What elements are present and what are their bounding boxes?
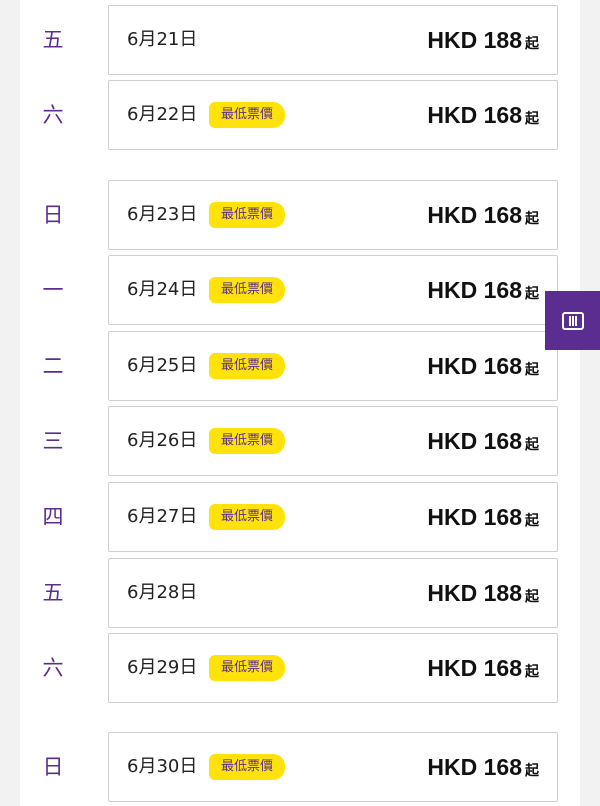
date-label: 6月30日 — [127, 756, 198, 777]
price-from-suffix: 起 — [525, 664, 539, 680]
weekday-label: 五 — [42, 581, 64, 605]
date-label: 6月21日 — [127, 29, 198, 50]
fare-price: HKD 168 起 — [427, 733, 539, 805]
weekday-label: 一 — [42, 278, 64, 302]
weekday-label: 日 — [42, 203, 64, 227]
fare-day-row: 五 6月21日 HKD 188 起 — [20, 5, 580, 75]
fare-day-row: 日 6月23日 最低票價 HKD 168 起 — [20, 180, 580, 250]
fare-day-row: 五 6月28日 HKD 188 起 — [20, 558, 580, 628]
fare-date-card[interactable]: 6月29日 最低票價 HKD 168 起 — [108, 633, 558, 703]
date-label: 6月26日 — [127, 430, 198, 451]
fare-date-card[interactable]: 6月24日 最低票價 HKD 168 起 — [108, 255, 558, 325]
fare-day-row: 三 6月26日 最低票價 HKD 168 起 — [20, 406, 580, 476]
price-amount: HKD 168 — [427, 754, 522, 780]
fare-price: HKD 168 起 — [427, 81, 539, 153]
date-label: 6月23日 — [127, 204, 198, 225]
fare-price: HKD 188 起 — [427, 559, 539, 631]
weekday-label: 二 — [42, 354, 64, 378]
price-from-suffix: 起 — [525, 437, 539, 453]
fare-date-card[interactable]: 6月26日 最低票價 HKD 168 起 — [108, 406, 558, 476]
price-from-suffix: 起 — [525, 211, 539, 227]
fare-list-panel: 五 6月21日 HKD 188 起六 6月22日 最低票價 HKD 168 起日 6月23日 最低… — [20, 0, 580, 806]
fare-price: HKD 168 起 — [427, 332, 539, 404]
fare-date-card[interactable]: 6月25日 最低票價 HKD 168 起 — [108, 331, 558, 401]
price-from-suffix: 起 — [525, 513, 539, 529]
fare-day-row: 六 6月29日 最低票價 HKD 168 起 — [20, 633, 580, 703]
fare-date-card[interactable]: 6月23日 最低票價 HKD 168 起 — [108, 180, 558, 250]
weekday-label: 六 — [42, 656, 64, 680]
lowest-fare-badge: 最低票價 — [209, 202, 286, 228]
lowest-fare-badge: 最低票價 — [209, 754, 286, 780]
price-amount: HKD 188 — [427, 580, 522, 606]
price-from-suffix: 起 — [525, 362, 539, 378]
fare-price: HKD 168 起 — [427, 634, 539, 706]
fare-price: HKD 168 起 — [427, 483, 539, 555]
price-amount: HKD 168 — [427, 353, 522, 379]
fare-calendar-screen: 五 6月21日 HKD 188 起六 6月22日 最低票價 HKD 168 起日 6月23日 最低… — [0, 0, 600, 806]
fare-date-card[interactable]: 6月30日 最低票價 HKD 168 起 — [108, 732, 558, 802]
date-label: 6月25日 — [127, 355, 198, 376]
fare-day-row: 一 6月24日 最低票價 HKD 168 起 — [20, 255, 580, 325]
price-from-suffix: 起 — [525, 763, 539, 779]
weekday-label: 日 — [42, 755, 64, 779]
weekday-label: 三 — [42, 429, 64, 453]
fare-price: HKD 188 起 — [427, 6, 539, 78]
price-amount: HKD 168 — [427, 277, 522, 303]
weekday-label: 五 — [42, 28, 64, 52]
price-from-suffix: 起 — [525, 589, 539, 605]
price-amount: HKD 168 — [427, 504, 522, 530]
weekday-label: 六 — [42, 103, 64, 127]
fare-day-row: 日 6月30日 最低票價 HKD 168 起 — [20, 732, 580, 802]
price-amount: HKD 168 — [427, 428, 522, 454]
fare-price: HKD 168 起 — [427, 256, 539, 328]
date-label: 6月27日 — [127, 506, 198, 527]
fare-day-row: 六 6月22日 最低票價 HKD 168 起 — [20, 80, 580, 150]
weekday-label: 四 — [42, 505, 64, 529]
fare-price: HKD 168 起 — [427, 407, 539, 479]
lowest-fare-badge: 最低票價 — [209, 428, 286, 454]
lowest-fare-badge: 最低票價 — [209, 102, 286, 128]
price-amount: HKD 168 — [427, 655, 522, 681]
columns-icon — [561, 311, 584, 330]
fare-date-card[interactable]: 6月27日 最低票價 HKD 168 起 — [108, 482, 558, 552]
lowest-fare-badge: 最低票價 — [209, 655, 286, 681]
date-label: 6月22日 — [127, 104, 198, 125]
price-from-suffix: 起 — [525, 286, 539, 302]
fare-date-card[interactable]: 6月22日 最低票價 HKD 168 起 — [108, 80, 558, 150]
price-from-suffix: 起 — [525, 111, 539, 127]
fare-date-card[interactable]: 6月28日 HKD 188 起 — [108, 558, 558, 628]
fare-price: HKD 168 起 — [427, 181, 539, 253]
price-amount: HKD 188 — [427, 27, 522, 53]
side-panel-toggle-button[interactable] — [545, 291, 600, 350]
price-amount: HKD 168 — [427, 102, 522, 128]
fare-day-row: 二 6月25日 最低票價 HKD 168 起 — [20, 331, 580, 401]
price-amount: HKD 168 — [427, 202, 522, 228]
lowest-fare-badge: 最低票價 — [209, 353, 286, 379]
lowest-fare-badge: 最低票價 — [209, 504, 286, 530]
price-from-suffix: 起 — [525, 36, 539, 52]
fare-day-row: 四 6月27日 最低票價 HKD 168 起 — [20, 482, 580, 552]
date-label: 6月28日 — [127, 582, 198, 603]
fare-date-card[interactable]: 6月21日 HKD 188 起 — [108, 5, 558, 75]
date-label: 6月29日 — [127, 657, 198, 678]
date-label: 6月24日 — [127, 279, 198, 300]
lowest-fare-badge: 最低票價 — [209, 277, 286, 303]
